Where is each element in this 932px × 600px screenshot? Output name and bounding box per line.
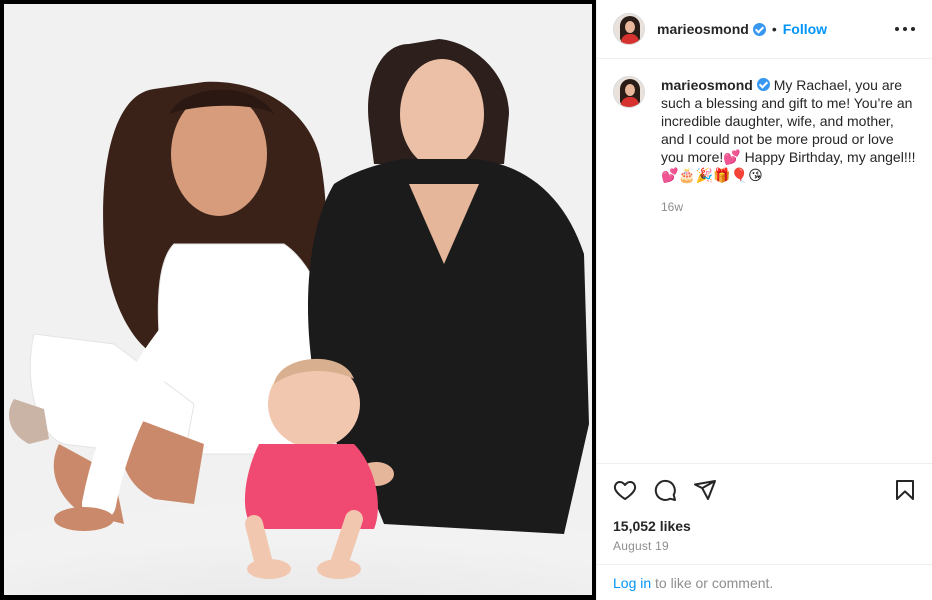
post-header: marieosmond • Follow	[597, 0, 932, 59]
header-separator: •	[771, 21, 777, 37]
actions-area: 15,052 likes August 19 Log in to like or…	[597, 463, 932, 600]
profile-avatar[interactable]	[613, 13, 645, 45]
caption-username[interactable]: marieosmond	[661, 77, 753, 93]
paper-plane-icon[interactable]	[693, 478, 719, 504]
likes-count[interactable]: 15,052 likes	[613, 518, 691, 534]
instagram-post: marieosmond • Follow marieosmond My Rach…	[0, 0, 932, 600]
post-caption: marieosmond My Rachael, you are such a b…	[661, 76, 917, 184]
post-media[interactable]	[0, 0, 596, 600]
post-date[interactable]: August 19	[613, 539, 669, 553]
caption-time[interactable]: 16w	[661, 200, 917, 214]
login-prompt: Log in to like or comment.	[597, 564, 932, 600]
action-icons	[613, 478, 917, 504]
header-username[interactable]: marieosmond	[657, 21, 749, 37]
login-link[interactable]: Log in	[613, 575, 651, 591]
post-sidebar: marieosmond • Follow marieosmond My Rach…	[596, 0, 932, 600]
family-photo-illustration	[4, 4, 592, 595]
more-options-icon[interactable]	[895, 20, 915, 38]
bookmark-icon[interactable]	[893, 478, 919, 504]
caption-block: marieosmond My Rachael, you are such a b…	[661, 76, 917, 462]
heart-icon[interactable]	[613, 478, 639, 504]
login-suffix: to like or comment.	[651, 575, 774, 591]
post-photo	[4, 4, 592, 595]
follow-button[interactable]: Follow	[783, 21, 827, 37]
caption-avatar[interactable]	[613, 76, 645, 108]
comments-section: marieosmond My Rachael, you are such a b…	[597, 60, 932, 462]
verified-badge-icon	[756, 78, 770, 91]
comment-icon[interactable]	[653, 478, 679, 504]
verified-badge-icon	[752, 22, 766, 36]
